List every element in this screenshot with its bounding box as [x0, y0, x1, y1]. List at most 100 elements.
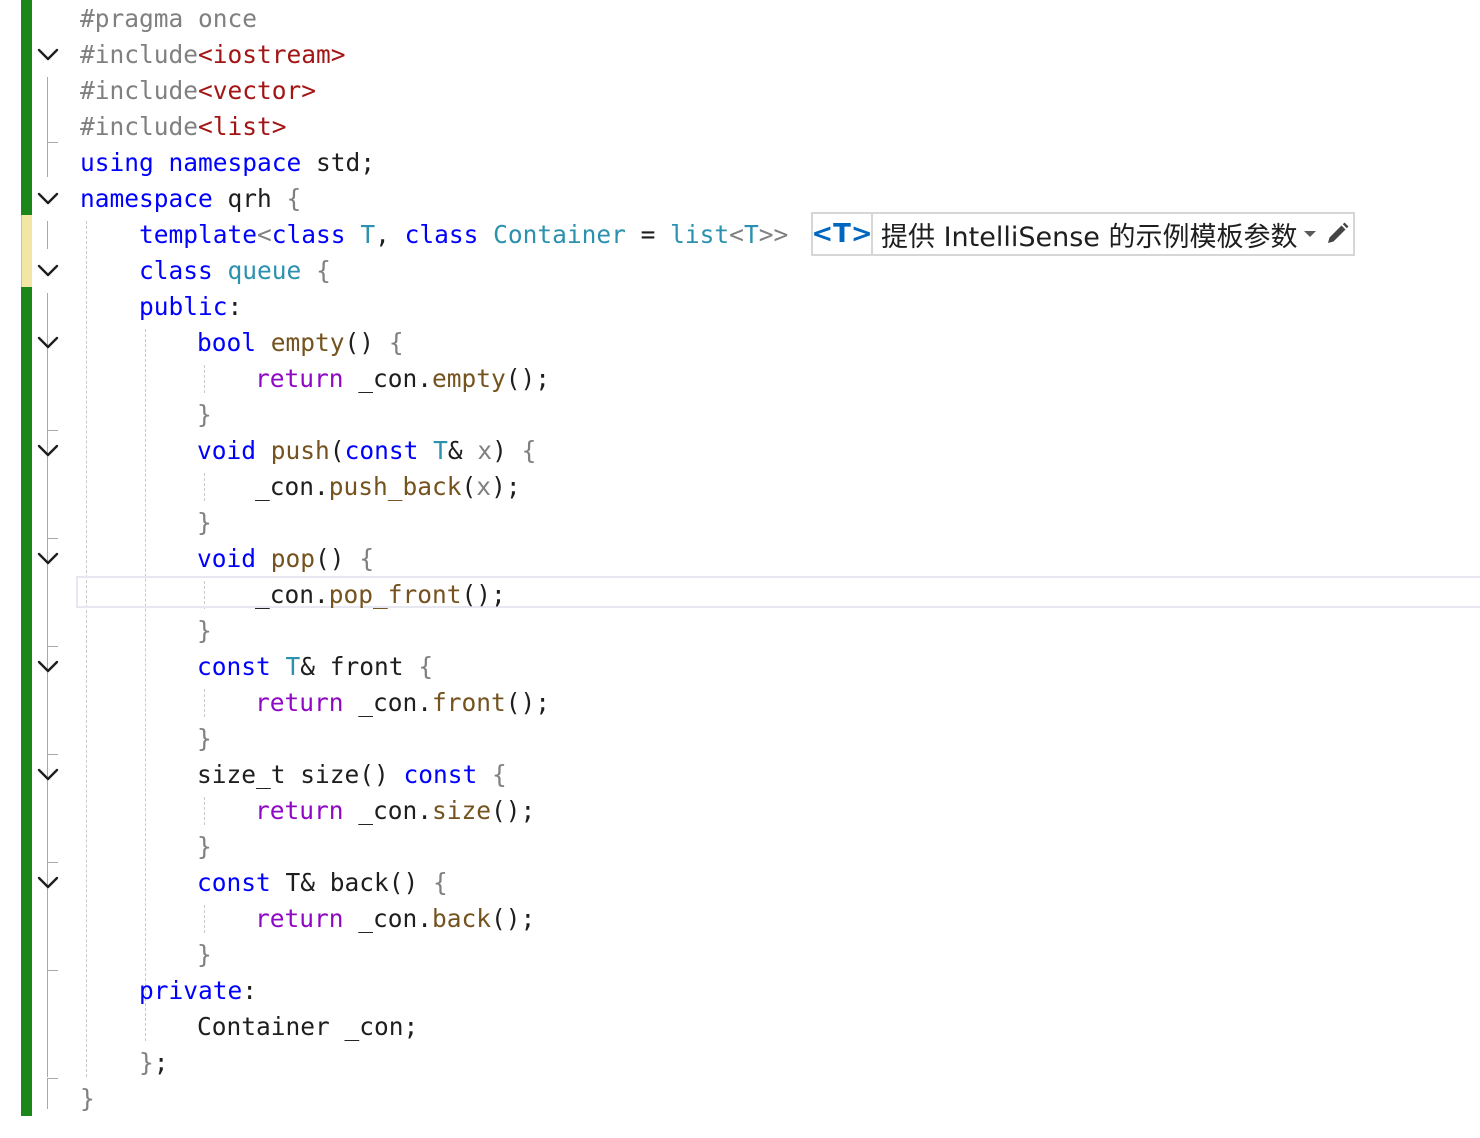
- code-line[interactable]: void push(const T& x) {: [197, 433, 536, 469]
- code-line[interactable]: const T& back() {: [197, 865, 448, 901]
- chevron-down-icon[interactable]: [34, 41, 62, 69]
- indent-guide: [204, 905, 205, 933]
- code-line[interactable]: Container _con;: [197, 1009, 418, 1045]
- chevron-down-icon[interactable]: [34, 257, 62, 285]
- code-token: size: [432, 796, 492, 825]
- code-token: namespace: [168, 148, 302, 177]
- code-line[interactable]: };: [139, 1045, 169, 1081]
- chevron-down-icon[interactable]: [34, 329, 62, 357]
- code-token: >>: [758, 220, 789, 249]
- code-token: const: [197, 652, 271, 681]
- code-token: (): [315, 544, 360, 573]
- chevron-down-icon[interactable]: [34, 545, 62, 573]
- code-token: x: [477, 436, 493, 465]
- code-token: template: [139, 220, 258, 249]
- caret-down-icon[interactable]: [1297, 214, 1321, 254]
- fold-line: [47, 1079, 48, 1109]
- code-token: <: [729, 220, 744, 249]
- indent-guide: [204, 689, 205, 717]
- indent-guide: [204, 797, 205, 825]
- code-token: const: [197, 868, 271, 897]
- code-line[interactable]: _con.pop_front();: [255, 577, 506, 613]
- code-token: qrh: [212, 184, 287, 213]
- code-line[interactable]: }: [80, 1081, 95, 1117]
- code-line[interactable]: }: [197, 505, 212, 541]
- code-token: (: [329, 436, 345, 465]
- code-token: class: [271, 220, 346, 249]
- code-token: _con.: [255, 472, 329, 501]
- code-line[interactable]: return _con.front();: [255, 685, 550, 721]
- code-token: list: [670, 220, 730, 249]
- code-token: & front: [300, 652, 419, 681]
- code-token: x: [476, 472, 492, 501]
- chevron-down-icon[interactable]: [34, 869, 62, 897]
- code-token: <: [257, 220, 272, 249]
- code-line[interactable]: template<class T, class Container = list…: [139, 217, 788, 253]
- code-token: class: [404, 220, 479, 249]
- code-line[interactable]: namespace qrh {: [80, 181, 301, 217]
- fold-end-tick: [47, 142, 58, 143]
- code-token: empty: [432, 364, 506, 393]
- code-line[interactable]: }: [197, 721, 212, 757]
- code-token: #pragma once: [80, 4, 258, 33]
- code-token: _con.: [255, 580, 329, 609]
- code-line[interactable]: _con.push_back(x);: [255, 469, 521, 505]
- code-line[interactable]: return _con.empty();: [255, 361, 550, 397]
- fold-end-tick: [47, 754, 58, 755]
- fold-line: [47, 221, 48, 249]
- code-line[interactable]: bool empty() {: [197, 325, 404, 361]
- code-token: void: [197, 544, 257, 573]
- code-line[interactable]: }: [197, 829, 212, 865]
- fold-end-tick: [47, 538, 58, 539]
- code-line[interactable]: using namespace std;: [80, 145, 375, 181]
- code-editor[interactable]: #pragma once #include<iostream> #include<v…: [0, 0, 1480, 1138]
- code-line[interactable]: const T& front {: [197, 649, 433, 685]
- code-line[interactable]: void pop() {: [197, 541, 374, 577]
- chevron-down-icon[interactable]: [34, 761, 62, 789]
- code-line[interactable]: public:: [139, 289, 242, 325]
- code-token: T: [360, 220, 376, 249]
- code-line[interactable]: class queue {: [139, 253, 331, 289]
- code-line[interactable]: return _con.back();: [255, 901, 535, 937]
- code-line[interactable]: size_t size() const {: [197, 757, 507, 793]
- chevron-down-icon[interactable]: [34, 653, 62, 681]
- pencil-icon[interactable]: [1322, 214, 1353, 254]
- code-token: ();: [505, 364, 551, 393]
- code-token: const: [344, 436, 419, 465]
- code-token: pop_front: [328, 580, 462, 609]
- code-line[interactable]: #pragma once: [80, 1, 257, 37]
- code-token: ;: [153, 1048, 169, 1077]
- code-line[interactable]: #include<vector>: [80, 73, 316, 109]
- chevron-down-icon[interactable]: [34, 185, 62, 213]
- code-token: _con.: [343, 364, 433, 393]
- code-line[interactable]: #include<iostream>: [80, 37, 346, 73]
- code-token: {: [433, 868, 448, 897]
- code-token: return: [255, 688, 344, 717]
- code-token: const: [403, 760, 478, 789]
- code-line[interactable]: }: [197, 397, 212, 433]
- code-token: &: [447, 436, 478, 465]
- code-token: }: [197, 724, 212, 753]
- code-line[interactable]: }: [197, 613, 212, 649]
- chevron-down-icon[interactable]: [34, 437, 62, 465]
- code-token: }: [197, 400, 212, 429]
- code-token: push_back: [328, 472, 462, 501]
- hint-text: 提供 IntelliSense 的示例模板参数: [881, 221, 1298, 253]
- code-token: {: [418, 652, 434, 681]
- code-line[interactable]: #include<list>: [80, 109, 287, 145]
- code-token: {: [316, 256, 331, 285]
- hint-template-tag[interactable]: <T>: [811, 214, 873, 254]
- code-token: {: [492, 760, 507, 789]
- fold-line: [47, 293, 48, 1077]
- code-token: ();: [461, 580, 506, 609]
- code-token: class: [139, 256, 213, 285]
- code-token: return: [255, 364, 344, 393]
- code-line[interactable]: }: [197, 937, 212, 973]
- code-line[interactable]: return _con.size();: [255, 793, 535, 829]
- code-token: empty: [270, 328, 345, 357]
- code-line[interactable]: private:: [139, 973, 257, 1009]
